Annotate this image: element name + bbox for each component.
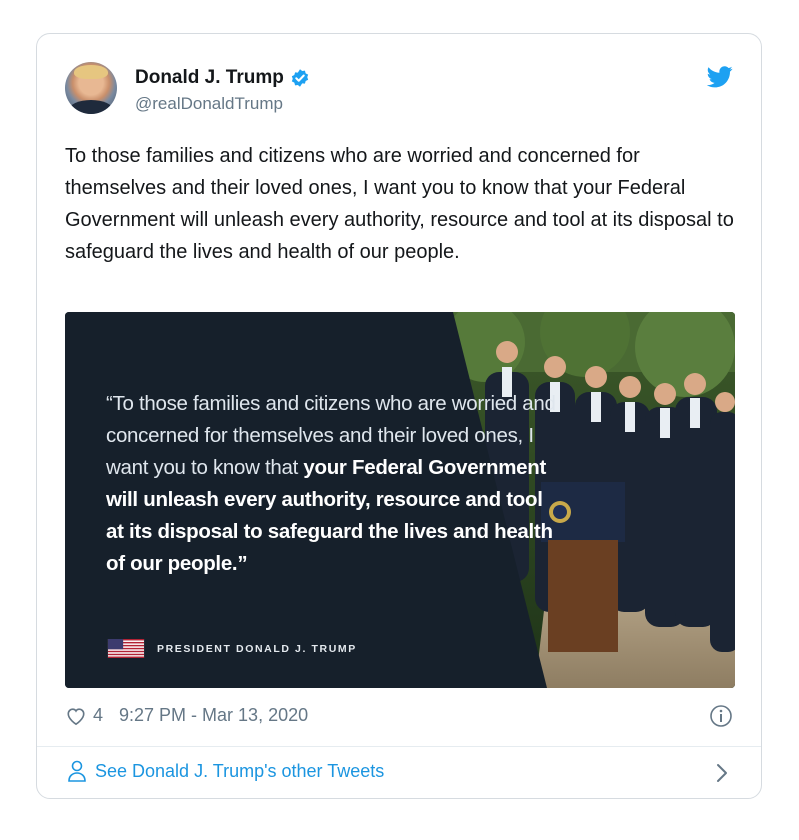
other-tweets-link[interactable]: See Donald J. Trump's other Tweets <box>67 760 384 782</box>
image-quote: “To those families and citizens who are … <box>106 388 556 580</box>
tweet-media-image[interactable]: “To those families and citizens who are … <box>65 312 735 688</box>
other-tweets-label[interactable]: See Donald J. Trump's other Tweets <box>95 761 384 782</box>
avatar-suit <box>69 100 113 114</box>
person-icon <box>68 760 86 782</box>
heart-icon[interactable] <box>65 706 87 726</box>
twitter-bird-icon[interactable] <box>707 66 733 88</box>
info-icon[interactable] <box>709 704 733 728</box>
tweet-meta: 4 9:27 PM - Mar 13, 2020 <box>65 705 308 726</box>
tweet-card: Donald J. Trump @realDonaldTrump To thos… <box>36 33 762 799</box>
tweet-text: To those families and citizens who are w… <box>65 145 734 263</box>
verified-badge-icon <box>291 69 309 87</box>
author-name[interactable]: Donald J. Trump <box>135 67 284 89</box>
image-signature: PRESIDENT DONALD J. TRUMP <box>107 639 357 658</box>
author-name-row[interactable]: Donald J. Trump <box>135 67 310 89</box>
signature-text: PRESIDENT DONALD J. TRUMP <box>157 642 357 655</box>
avatar-hair <box>74 65 108 79</box>
author-avatar[interactable] <box>65 62 117 114</box>
us-flag-icon <box>107 639 145 658</box>
chevron-right-icon[interactable] <box>715 762 729 784</box>
like-count[interactable]: 4 <box>93 705 103 726</box>
author-handle[interactable]: @realDonaldTrump <box>135 94 283 114</box>
footer-divider <box>37 746 761 747</box>
tweet-timestamp[interactable]: 9:27 PM - Mar 13, 2020 <box>119 705 308 726</box>
